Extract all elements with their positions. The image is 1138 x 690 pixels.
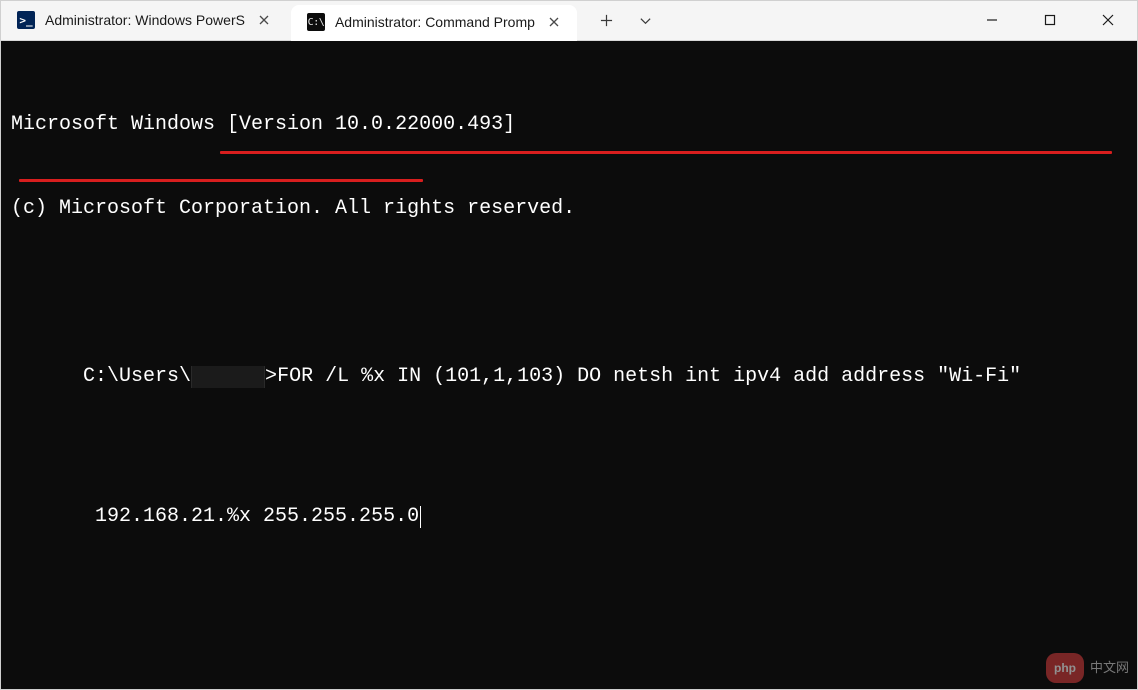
terminal-prompt-row: C:\Users\ >FOR /L %x IN (101,1,103) DO ne… bbox=[11, 335, 1127, 419]
watermark: php 中文网 bbox=[1046, 653, 1129, 683]
tab-close-button[interactable] bbox=[255, 11, 273, 29]
tab-dropdown-button[interactable] bbox=[629, 1, 663, 40]
new-tab-button[interactable] bbox=[585, 1, 629, 40]
text-caret bbox=[420, 506, 421, 528]
maximize-button[interactable] bbox=[1021, 1, 1079, 40]
tab-command-prompt[interactable]: C:\ Administrator: Command Promp bbox=[291, 5, 577, 41]
tab-label: Administrator: Command Promp bbox=[335, 14, 535, 30]
annotation-underline bbox=[19, 179, 423, 182]
close-icon bbox=[259, 15, 269, 25]
minimize-button[interactable] bbox=[963, 1, 1021, 40]
command-text-line2: 192.168.21.%x 255.255.255.0 bbox=[83, 505, 419, 528]
tab-close-button[interactable] bbox=[545, 13, 563, 31]
plus-icon bbox=[600, 14, 613, 27]
titlebar: >_ Administrator: Windows PowerS C:\ Adm… bbox=[1, 1, 1137, 41]
watermark-pill: php bbox=[1046, 653, 1084, 683]
powershell-icon: >_ bbox=[17, 11, 35, 29]
window-close-button[interactable] bbox=[1079, 1, 1137, 40]
command-text-line1: FOR /L %x IN (101,1,103) DO netsh int ip… bbox=[277, 365, 1021, 388]
terminal-viewport[interactable]: Microsoft Windows [Version 10.0.22000.49… bbox=[1, 41, 1137, 689]
prompt-prefix: C:\Users\ bbox=[83, 365, 191, 388]
redacted-username bbox=[191, 366, 265, 388]
tab-label: Administrator: Windows PowerS bbox=[45, 12, 245, 28]
tab-powershell[interactable]: >_ Administrator: Windows PowerS bbox=[1, 1, 287, 40]
maximize-icon bbox=[1044, 14, 1056, 26]
annotation-underline bbox=[220, 151, 1112, 154]
chevron-down-icon bbox=[639, 14, 652, 27]
close-icon bbox=[549, 17, 559, 27]
titlebar-drag-region[interactable] bbox=[663, 1, 963, 40]
watermark-text: 中文网 bbox=[1090, 654, 1129, 682]
window-controls bbox=[963, 1, 1137, 40]
prompt-suffix: > bbox=[265, 365, 277, 388]
terminal-command-row: 192.168.21.%x 255.255.255.0 bbox=[11, 475, 1127, 559]
terminal-line: Microsoft Windows [Version 10.0.22000.49… bbox=[11, 111, 1127, 139]
terminal-window: >_ Administrator: Windows PowerS C:\ Adm… bbox=[0, 0, 1138, 690]
minimize-icon bbox=[986, 14, 998, 26]
tab-controls bbox=[577, 1, 663, 40]
command-prompt-icon: C:\ bbox=[307, 13, 325, 31]
terminal-line: (c) Microsoft Corporation. All rights re… bbox=[11, 195, 1127, 223]
close-icon bbox=[1102, 14, 1114, 26]
